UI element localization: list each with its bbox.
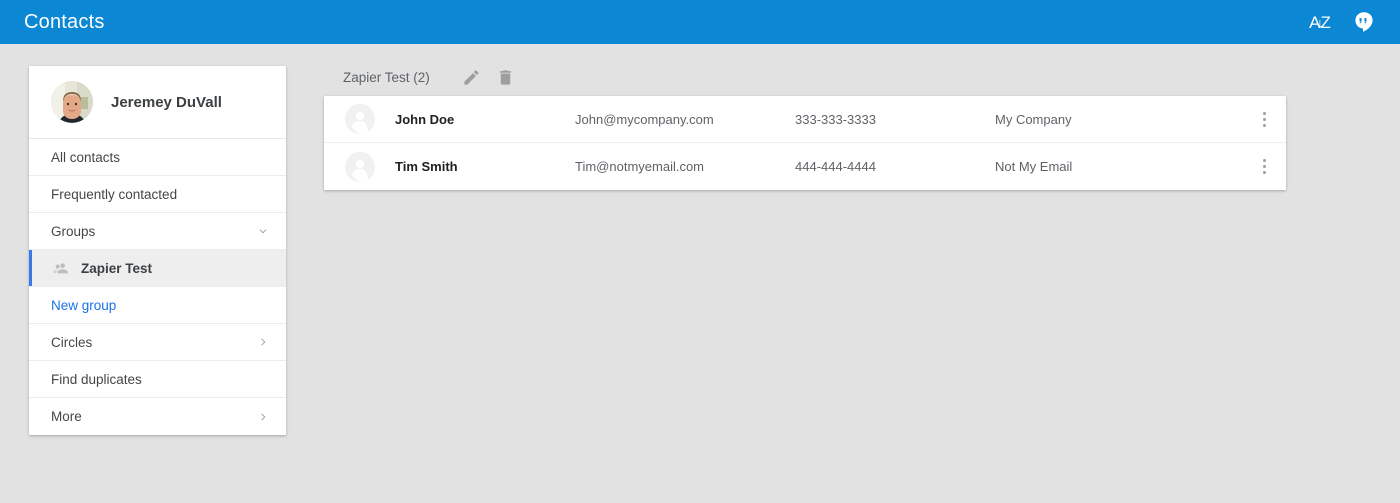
more-vert-icon: [1262, 111, 1266, 127]
contact-phone: 444-444-4444: [795, 159, 876, 174]
sort-az-icon: AZ ↓: [1309, 14, 1331, 31]
sort-arrow: ↓: [1316, 14, 1324, 31]
contacts-list: John Doe John@mycompany.com 333-333-3333…: [324, 96, 1286, 190]
main-content: Zapier Test (2) John Doe John@mycompany.…: [324, 58, 1286, 190]
delete-group-button[interactable]: [492, 63, 520, 91]
sidebar-item-new-group[interactable]: New group: [29, 287, 286, 324]
hangouts-button[interactable]: [1342, 0, 1386, 44]
user-photo-icon: [51, 81, 93, 123]
sidebar-item-find-duplicates[interactable]: Find duplicates: [29, 361, 286, 398]
table-row[interactable]: Tim Smith Tim@notmyemail.com 444-444-444…: [324, 143, 1286, 190]
profile-card[interactable]: Jeremey DuVall: [29, 66, 286, 139]
contact-email: John@mycompany.com: [575, 111, 714, 127]
sidebar-item-label: Frequently contacted: [51, 186, 178, 202]
trash-icon: [500, 69, 512, 85]
contact-company: My Company: [995, 111, 1072, 127]
contact-avatar-icon: [345, 151, 375, 182]
chevron-down-icon: [259, 229, 267, 234]
pencil-icon: [464, 69, 479, 85]
sidebar-item-label: Zapier Test: [81, 260, 153, 276]
profile-name: Jeremey DuVall: [111, 93, 222, 111]
contact-row-menu-button[interactable]: [1242, 111, 1286, 127]
sidebar-item-label: Find duplicates: [51, 371, 142, 387]
avatar: [51, 81, 93, 123]
contact-company: Not My Email: [995, 159, 1073, 174]
page-body: Jeremey DuVall All contacts Frequently c…: [0, 44, 1400, 503]
contact-email: Tim@notmyemail.com: [575, 159, 705, 174]
contact-name: Tim Smith: [395, 159, 458, 174]
hangouts-icon: [1355, 12, 1373, 32]
app-bar: Contacts AZ ↓: [0, 0, 1400, 44]
contact-phone: 333-333-3333: [795, 111, 876, 127]
sidebar-item-label: Circles: [51, 334, 93, 350]
group-icon: [53, 263, 68, 274]
sidebar-item-frequently-contacted[interactable]: Frequently contacted: [29, 176, 286, 213]
chevron-right-icon: [261, 413, 266, 420]
sidebar: Jeremey DuVall All contacts Frequently c…: [29, 66, 286, 435]
contact-name: John Doe: [395, 111, 455, 127]
sidebar-item-label: More: [51, 409, 82, 424]
sidebar-item-more[interactable]: More: [29, 398, 286, 435]
contact-avatar-icon: [345, 104, 375, 134]
sort-button[interactable]: AZ ↓: [1298, 0, 1342, 44]
chevron-right-icon: [261, 338, 266, 346]
group-title: Zapier Test (2): [343, 69, 430, 85]
contact-row-menu-button[interactable]: [1242, 159, 1286, 174]
sidebar-item-zapier-test[interactable]: Zapier Test: [29, 250, 286, 287]
sidebar-item-circles[interactable]: Circles: [29, 324, 286, 361]
sidebar-item-label: New group: [51, 297, 117, 313]
edit-group-button[interactable]: [458, 63, 486, 91]
sidebar-item-label: All contacts: [51, 149, 121, 165]
group-toolbar: Zapier Test (2): [324, 58, 1286, 96]
more-vert-icon: [1262, 159, 1266, 174]
sidebar-item-all-contacts[interactable]: All contacts: [29, 139, 286, 176]
table-row[interactable]: John Doe John@mycompany.com 333-333-3333…: [324, 96, 1286, 143]
sidebar-item-label: Groups: [51, 223, 96, 239]
sidebar-item-groups[interactable]: Groups: [29, 213, 286, 250]
page-title: Contacts: [24, 11, 105, 33]
